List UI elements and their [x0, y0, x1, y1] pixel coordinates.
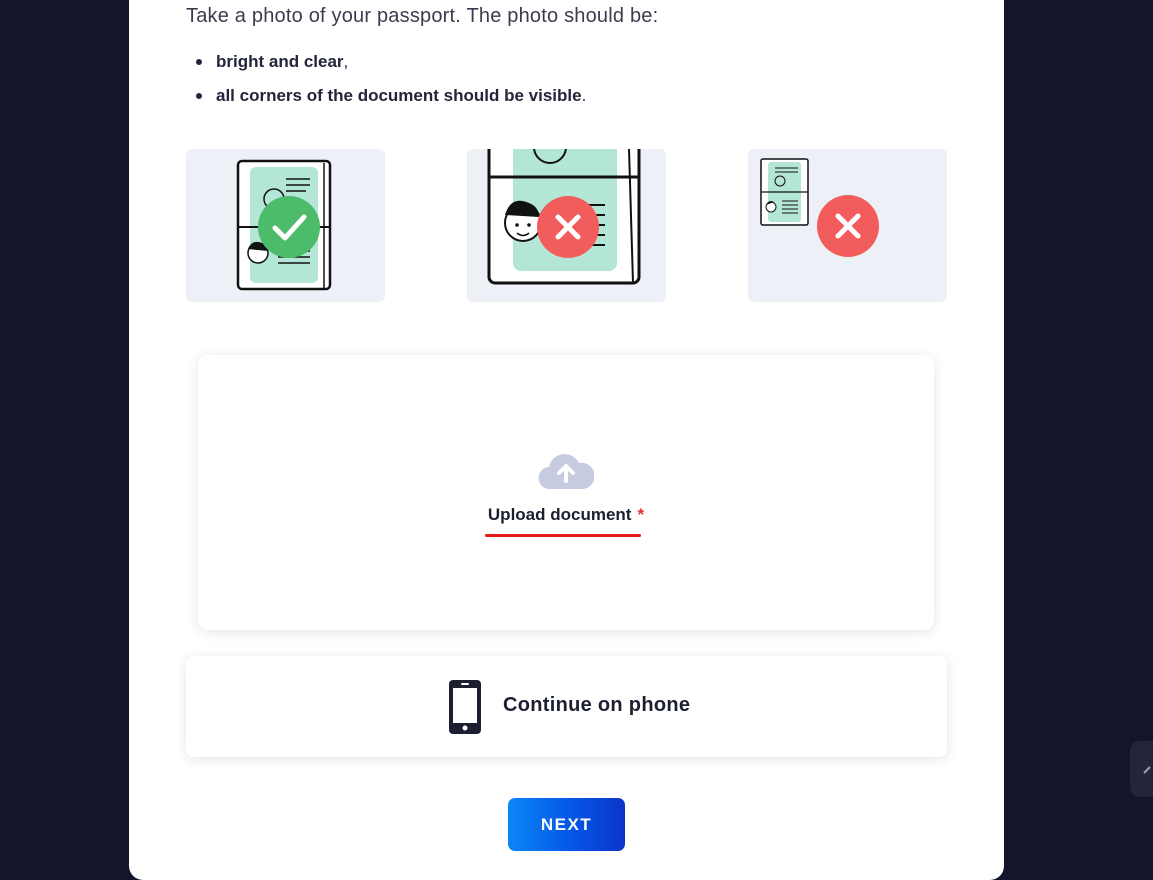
- bullet-punctuation: .: [581, 86, 587, 105]
- scroll-to-top-button[interactable]: [1130, 741, 1153, 797]
- passport-good-illustration: [236, 159, 332, 291]
- smartphone-icon: [449, 680, 481, 734]
- required-asterisk: *: [637, 505, 645, 524]
- next-button[interactable]: NEXT: [508, 798, 625, 851]
- upload-document-label[interactable]: Upload document *: [198, 505, 934, 525]
- instructions-intro: Take a photo of your passport. The photo…: [186, 5, 659, 27]
- continue-on-phone-button[interactable]: Continue on phone: [186, 656, 947, 757]
- passport-too-close-illustration: [487, 149, 641, 285]
- bullet-text: bright and clear: [216, 52, 344, 71]
- passport-too-far-illustration: [760, 158, 879, 257]
- upload-document-dropzone[interactable]: Upload document *: [198, 355, 934, 630]
- example-too-far: [748, 149, 947, 302]
- bullet-text: all corners of the document should be vi…: [216, 86, 582, 105]
- list-item: all corners of the document should be vi…: [190, 82, 586, 116]
- example-too-close: [467, 149, 666, 302]
- cloud-upload-icon: [538, 454, 594, 490]
- list-item: bright and clear,: [190, 48, 586, 82]
- example-good: [186, 149, 385, 302]
- instructions-list: bright and clear, all corners of the doc…: [190, 48, 586, 116]
- chevron-up-icon: [1143, 766, 1151, 774]
- bullet-punctuation: ,: [343, 52, 349, 71]
- continue-on-phone-label: Continue on phone: [503, 694, 691, 716]
- upload-label-text: Upload document: [487, 505, 632, 524]
- required-error-underline: [485, 534, 641, 537]
